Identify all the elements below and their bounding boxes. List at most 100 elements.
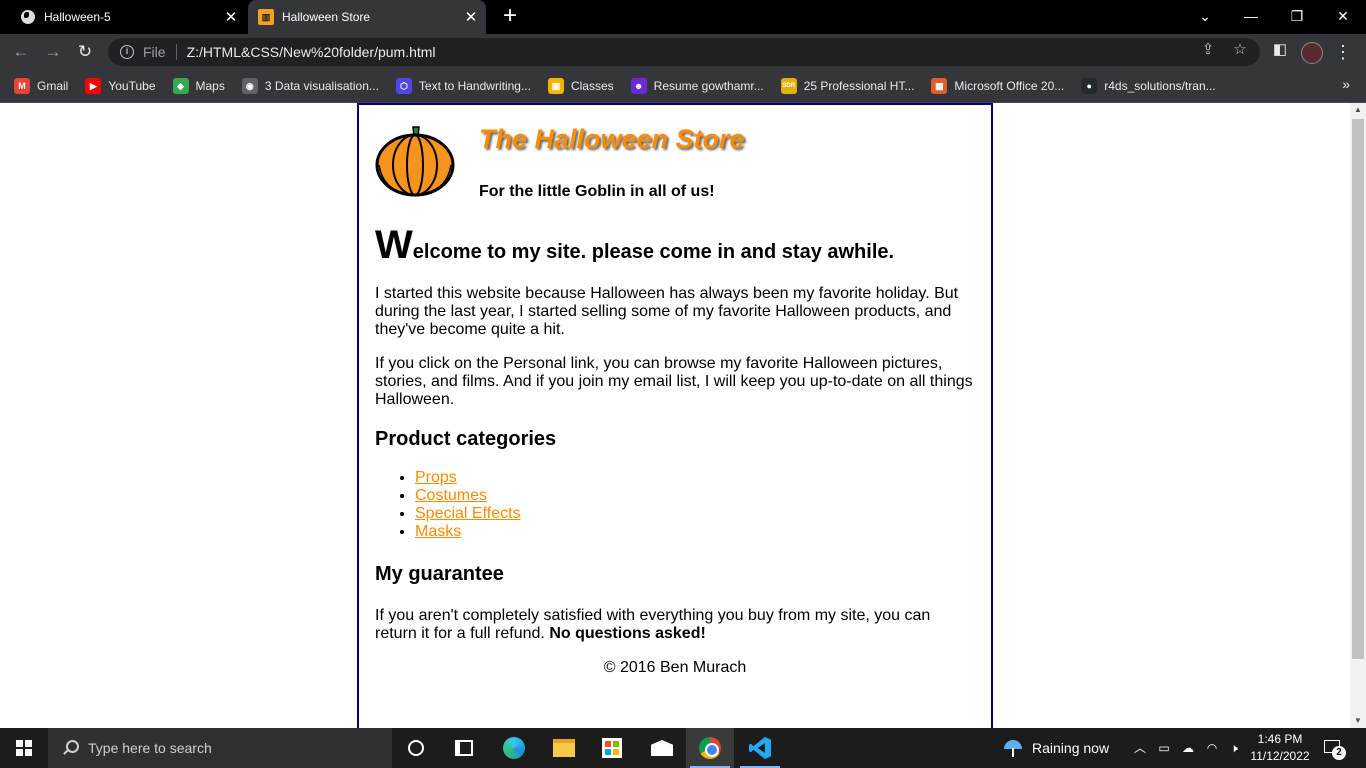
restore-button[interactable]: ❐ — [1274, 0, 1320, 34]
page-viewport: The Halloween Store For the little Gobli… — [0, 103, 1350, 728]
minimize-button[interactable]: — — [1228, 0, 1274, 34]
scroll-down-arrow-icon[interactable]: ▼ — [1350, 714, 1366, 728]
battery-icon[interactable]: ▭ — [1156, 740, 1172, 756]
guarantee-bold-text: No questions asked! — [549, 625, 706, 642]
page-container: The Halloween Store For the little Gobli… — [357, 103, 993, 728]
bookmark-item[interactable]: ● r4ds_solutions/tran... — [1081, 78, 1216, 94]
address-bar[interactable]: i File Z:/HTML&CSS/New%20folder/pum.html — [108, 38, 1260, 66]
bookmark-item[interactable]: ◆ Maps — [172, 78, 225, 94]
edge-button[interactable] — [490, 728, 538, 768]
bookmark-item[interactable]: ▣ Classes — [547, 78, 614, 94]
wifi-icon[interactable]: ◠ — [1204, 740, 1220, 756]
vertical-scrollbar[interactable]: ▲ ▼ — [1350, 103, 1366, 728]
bookmark-label: 3 Data visualisation... — [264, 79, 379, 93]
scrollbar-thumb[interactable] — [1352, 119, 1364, 659]
forward-arrow-icon[interactable]: → — [40, 39, 66, 65]
new-tab-button[interactable]: + — [496, 3, 524, 31]
list-item: Costumes — [415, 487, 975, 505]
list-item: Special Effects — [415, 505, 975, 523]
bookmark-item[interactable]: SDR 25 Professional HT... — [780, 78, 915, 94]
search-placeholder: Type here to search — [88, 740, 212, 756]
notification-count: 2 — [1332, 746, 1346, 760]
windows-logo-icon — [16, 740, 32, 756]
share-icon[interactable]: ⇪ — [1198, 40, 1218, 60]
browser-toolbar: ← → ↻ i File Z:/HTML&CSS/New%20folder/pu… — [0, 34, 1366, 70]
back-arrow-icon[interactable]: ← — [8, 39, 34, 65]
bookmark-item[interactable]: ⬡ Text to Handwriting... — [395, 78, 531, 94]
github-icon: ● — [1081, 78, 1098, 94]
task-view-icon — [455, 740, 473, 756]
bookmark-label: YouTube — [108, 79, 156, 93]
tab-halloween-store[interactable]: ▥ Halloween Store ✕ — [248, 0, 486, 34]
close-tab-icon[interactable]: ✕ — [220, 8, 242, 26]
chrome-icon — [699, 737, 721, 759]
mail-button[interactable] — [638, 728, 686, 768]
start-button[interactable] — [0, 728, 48, 768]
product-categories-heading: Product categories — [375, 428, 557, 450]
windows-taskbar: Type here to search Raining now ︿ ▭ ☁ ◠ … — [0, 728, 1366, 768]
office-icon: ▦ — [931, 78, 948, 94]
bookmark-star-icon[interactable]: ☆ — [1230, 40, 1250, 60]
volume-muted-icon[interactable]: 🕨 — [1226, 740, 1242, 756]
list-item: Masks — [415, 523, 975, 541]
url-scheme-label: File — [143, 44, 166, 60]
bookmark-label: 25 Professional HT... — [803, 79, 915, 93]
category-link-costumes[interactable]: Costumes — [415, 487, 487, 504]
bookmark-item[interactable]: ◉ 3 Data visualisation... — [241, 78, 379, 94]
bookmark-label: Resume gowthamr... — [653, 79, 764, 93]
category-link-masks[interactable]: Masks — [415, 523, 461, 540]
hexagon-icon: ⬡ — [395, 78, 412, 94]
task-view-button[interactable] — [440, 728, 488, 768]
show-hidden-icons-chevron-icon[interactable]: ︿ — [1132, 740, 1148, 756]
edge-icon — [503, 737, 525, 759]
vscode-button[interactable] — [736, 728, 784, 768]
bookmark-item[interactable]: ▶ YouTube — [85, 78, 156, 94]
category-link-special-effects[interactable]: Special Effects — [415, 505, 521, 522]
cortana-button[interactable] — [392, 728, 440, 768]
side-panel-icon[interactable]: ◧ — [1270, 40, 1290, 60]
microsoft-store-icon — [602, 738, 622, 758]
file-explorer-button[interactable] — [540, 728, 588, 768]
more-bookmarks-icon[interactable]: » — [1342, 76, 1350, 92]
profile-avatar[interactable] — [1301, 42, 1323, 64]
rain-umbrella-icon — [1002, 738, 1024, 758]
tab-search-chevron-icon[interactable]: ⌄ — [1182, 0, 1228, 34]
system-clock[interactable]: 1:46 PM 11/12/2022 — [1248, 731, 1312, 765]
scroll-up-arrow-icon[interactable]: ▲ — [1350, 103, 1366, 117]
tab-title: Halloween Store — [282, 10, 371, 24]
guarantee-heading: My guarantee — [375, 563, 504, 585]
bookmark-item[interactable]: ▦ Microsoft Office 20... — [931, 78, 1064, 94]
browser-title-bar: Halloween-5 ✕ ▥ Halloween Store ✕ + ⌄ — … — [0, 0, 1366, 34]
tab-halloween-5[interactable]: Halloween-5 ✕ — [8, 0, 246, 34]
mail-icon — [651, 740, 673, 756]
reload-icon[interactable]: ↻ — [72, 39, 98, 65]
close-tab-icon[interactable]: ✕ — [460, 8, 482, 26]
taskbar-search-box[interactable]: Type here to search — [48, 728, 392, 768]
resume-icon: ☻ — [630, 78, 647, 94]
bookmark-item[interactable]: M Gmail — [14, 78, 68, 94]
close-window-button[interactable]: ✕ — [1320, 0, 1366, 34]
cloud-sync-icon[interactable]: ☁ — [1180, 740, 1196, 756]
info-icon[interactable]: i — [120, 45, 134, 59]
url-text[interactable]: Z:/HTML&CSS/New%20folder/pum.html — [187, 44, 436, 60]
store-title: The Halloween Store — [479, 124, 745, 154]
welcome-heading: Welcome to my site. please come in and s… — [375, 225, 975, 265]
bookmarks-bar: M Gmail ▶ YouTube ◆ Maps ◉ 3 Data visualisation… — [0, 70, 1366, 103]
chrome-button[interactable] — [686, 728, 734, 768]
weather-text: Raining now — [1032, 740, 1110, 756]
bookmark-item[interactable]: ☻ Resume gowthamr... — [630, 78, 764, 94]
category-link-props[interactable]: Props — [415, 469, 457, 486]
pumpkin-icon — [375, 126, 455, 197]
bookmark-label: Classes — [570, 79, 614, 93]
copyright-footer: © 2016 Ben Murach — [603, 659, 747, 676]
vscode-icon — [749, 737, 771, 759]
store-favicon-icon: ▥ — [258, 9, 274, 25]
menu-dots-icon[interactable]: ⋮ — [1334, 40, 1352, 66]
weather-widget[interactable]: Raining now — [1002, 728, 1109, 768]
globe-icon: ◉ — [241, 78, 258, 94]
notification-center-button[interactable]: 2 — [1322, 738, 1346, 760]
store-button[interactable] — [588, 728, 636, 768]
gmail-icon: M — [14, 78, 30, 94]
bookmark-label: Microsoft Office 20... — [954, 79, 1065, 93]
cortana-icon — [408, 740, 424, 756]
